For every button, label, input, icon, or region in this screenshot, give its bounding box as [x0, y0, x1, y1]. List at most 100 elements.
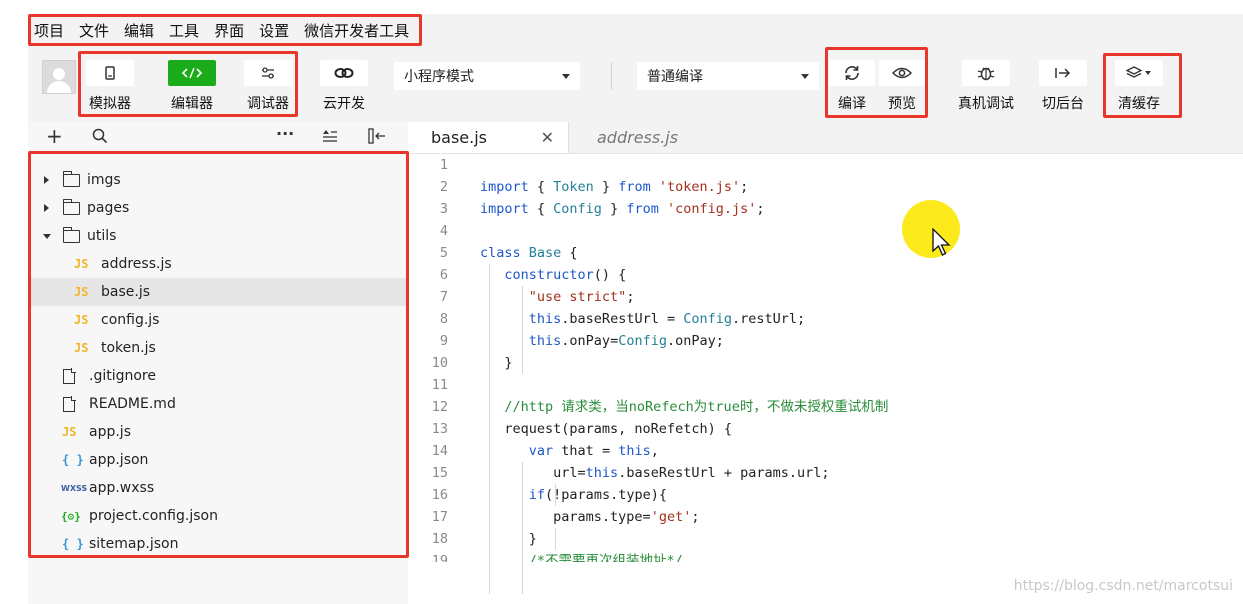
more-icon[interactable]: ···: [276, 124, 294, 143]
code-icon: [168, 60, 216, 86]
compile-mode-value: 普通编译: [647, 69, 703, 85]
folder-utils[interactable]: utils: [28, 222, 408, 250]
background-label: 切后台: [1042, 96, 1084, 112]
search-icon[interactable]: [92, 128, 108, 148]
editor-label: 编辑器: [171, 96, 213, 112]
cloud-link-icon: [320, 60, 368, 86]
line-number: 14: [431, 443, 448, 459]
code-line: 15 url=this.baseRestUrl + params.url;: [408, 462, 1243, 484]
folder-pages[interactable]: pages: [28, 194, 408, 222]
file-readme[interactable]: README.md: [28, 390, 408, 418]
code-comment: /*不需要再次组装地址*/: [528, 553, 683, 562]
menu-devtools[interactable]: 微信开发者工具: [304, 20, 409, 41]
line-number: 4: [439, 223, 448, 239]
file-app-json[interactable]: { } app.json: [28, 446, 408, 474]
menu-bar: 项目 文件 编辑 工具 界面 设置 微信开发者工具: [28, 14, 1243, 46]
editor-tabs: base.js ✕ address.js: [408, 122, 1243, 154]
menu-settings[interactable]: 设置: [259, 20, 289, 41]
code-line: 16 if(!params.type){: [408, 484, 1243, 506]
collapse-icon[interactable]: [368, 128, 386, 148]
file-icon: [63, 396, 76, 412]
file-name: app.json: [89, 452, 149, 468]
folder-imgs[interactable]: imgs: [28, 166, 408, 194]
file-app-js[interactable]: JS app.js: [28, 418, 408, 446]
line-number: 9: [439, 333, 448, 349]
mode-select[interactable]: 小程序模式: [394, 62, 580, 90]
compile-button[interactable]: 编译: [829, 60, 875, 113]
folder-name: utils: [87, 228, 117, 244]
code-line: 4: [408, 220, 1243, 242]
file-name: sitemap.json: [89, 536, 179, 552]
chevron-right-icon: [44, 204, 49, 212]
code-line: 17 params.type='get';: [408, 506, 1243, 528]
compile-mode-select[interactable]: 普通编译: [637, 62, 819, 90]
clear-cache-button[interactable]: 清缓存: [1115, 60, 1163, 113]
menu-tools[interactable]: 工具: [169, 20, 199, 41]
code-line: 7 "use strict";: [408, 286, 1243, 308]
file-project-config[interactable]: {⚙} project.config.json: [28, 502, 408, 530]
tab-base-js[interactable]: base.js ✕: [408, 122, 568, 153]
switch-back-icon: [1039, 60, 1087, 86]
debugger-button[interactable]: 调试器: [244, 60, 292, 113]
file-config-js[interactable]: JS config.js: [28, 306, 408, 334]
toolbar: 模拟器 编辑器 调试器 云开发 小程序模式 普通编译 编译 预览 真机调试 切后…: [28, 46, 1243, 122]
js-file-icon: JS: [74, 257, 89, 271]
phone-icon: [86, 60, 134, 86]
file-app-wxss[interactable]: WXSS app.wxss: [28, 474, 408, 502]
simulator-button[interactable]: 模拟器: [86, 60, 134, 113]
tab-label: base.js: [431, 128, 488, 147]
sliders-icon: [244, 60, 292, 86]
preview-label: 预览: [888, 96, 916, 112]
debugger-label: 调试器: [247, 96, 289, 112]
file-name: .gitignore: [89, 368, 156, 384]
avatar[interactable]: [42, 60, 76, 94]
config-file-icon: {⚙}: [61, 509, 81, 523]
code-comment: //http 请求类，当noRefech为true时，不做未授权重试机制: [504, 399, 889, 415]
explorer-toolbar: + ···: [28, 122, 408, 154]
file-name: app.wxss: [89, 480, 155, 496]
file-explorer: + ··· imgs pages utils JS address.js JS …: [28, 122, 408, 604]
file-name: app.js: [89, 424, 131, 440]
file-address-js[interactable]: JS address.js: [28, 250, 408, 278]
file-gitignore[interactable]: .gitignore: [28, 362, 408, 390]
device-debug-button[interactable]: 真机调试: [958, 60, 1014, 113]
layers-icon: [1115, 60, 1163, 86]
chevron-down-icon: [801, 73, 809, 79]
code-line: 8 this.baseRestUrl = Config.restUrl;: [408, 308, 1243, 330]
chevron-down-icon: [43, 233, 51, 239]
background-button[interactable]: 切后台: [1039, 60, 1087, 113]
menu-file[interactable]: 文件: [79, 20, 109, 41]
eye-icon: [879, 60, 925, 86]
file-sitemap[interactable]: { } sitemap.json: [28, 530, 408, 558]
menu-project[interactable]: 项目: [34, 20, 64, 41]
editor-button[interactable]: 编辑器: [168, 60, 216, 113]
file-tree: imgs pages utils JS address.js JS base.j…: [28, 166, 408, 558]
line-number: 19: [431, 553, 448, 562]
line-number: 15: [431, 465, 448, 481]
menu-view[interactable]: 界面: [214, 20, 244, 41]
folder-name: imgs: [87, 172, 121, 188]
code-line: 19 /*不需要再次组装地址*/: [408, 550, 1243, 562]
tab-label: address.js: [597, 128, 679, 147]
tab-address-js[interactable]: address.js: [568, 122, 768, 153]
file-name: project.config.json: [89, 508, 218, 524]
chevron-down-icon: [562, 73, 570, 79]
code-line: 18 }: [408, 528, 1243, 550]
sort-icon[interactable]: [322, 128, 338, 147]
mode-select-value: 小程序模式: [404, 69, 474, 85]
line-number: 8: [439, 311, 448, 327]
preview-button[interactable]: 预览: [879, 60, 925, 113]
cloud-dev-button[interactable]: 云开发: [320, 60, 368, 113]
compile-label: 编译: [838, 96, 866, 112]
cloud-dev-label: 云开发: [323, 96, 365, 112]
code-area[interactable]: 1 2 import { Token } from 'token.js'; 3 im…: [408, 154, 1243, 594]
code-line: 10 }: [408, 352, 1243, 374]
plus-icon[interactable]: +: [46, 124, 63, 148]
file-icon: [63, 368, 76, 384]
file-base-js[interactable]: JS base.js: [28, 278, 408, 306]
code-line: 11: [408, 374, 1243, 396]
menu-edit[interactable]: 编辑: [124, 20, 154, 41]
close-icon[interactable]: ✕: [541, 128, 554, 147]
wxss-file-icon: WXSS: [61, 483, 88, 493]
file-token-js[interactable]: JS token.js: [28, 334, 408, 362]
